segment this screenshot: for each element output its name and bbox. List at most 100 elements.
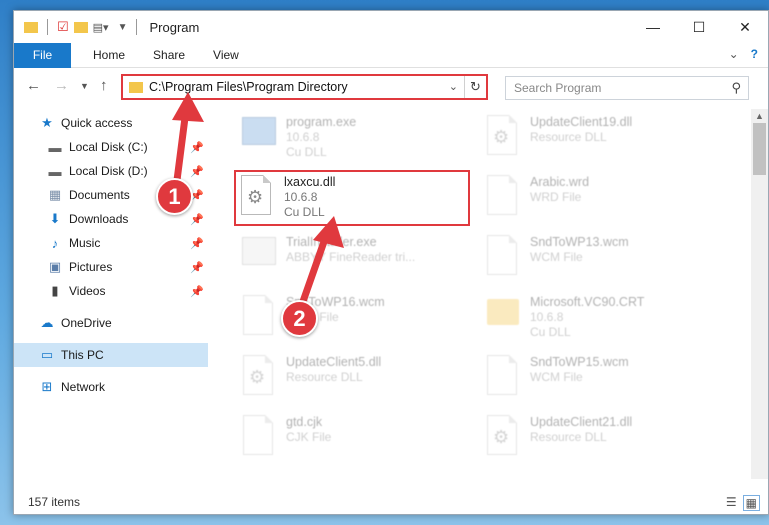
search-icon[interactable]: ⚲ bbox=[731, 80, 741, 96]
file-meta: 10.6.8 bbox=[286, 130, 320, 144]
view-toggles: ☰ ▦ bbox=[726, 495, 760, 511]
pin-icon[interactable]: 📌 bbox=[190, 213, 204, 226]
tab-view[interactable]: View bbox=[199, 48, 253, 62]
new-folder-icon[interactable] bbox=[73, 21, 88, 33]
file-item[interactable]: gtd.cjk CJK File bbox=[237, 413, 477, 467]
file-meta: WCM File bbox=[530, 370, 583, 384]
up-arrow-icon[interactable]: ↑ bbox=[100, 77, 108, 94]
status-item-count: 157 items bbox=[28, 495, 81, 509]
tab-share[interactable]: Share bbox=[139, 48, 199, 62]
sidebar-item-onedrive[interactable]: ☁ OneDrive bbox=[38, 311, 208, 335]
pin-icon[interactable]: 📌 bbox=[190, 141, 204, 154]
star-icon: ★ bbox=[41, 115, 53, 130]
pin-icon[interactable]: 📌 bbox=[190, 261, 204, 274]
file-meta: Resource DLL bbox=[286, 370, 363, 384]
sidebar-item-label: Music bbox=[69, 236, 101, 250]
pin-icon[interactable]: 📌 bbox=[190, 237, 204, 250]
file-meta: 10.6.8 bbox=[530, 310, 564, 324]
drive-icon: ▬ bbox=[48, 139, 62, 155]
pin-icon[interactable]: 📌 bbox=[190, 285, 204, 298]
tab-file[interactable]: File bbox=[14, 42, 71, 68]
file-highlight-box bbox=[234, 170, 470, 226]
sidebar-item-pictures[interactable]: ▣ Pictures 📌 bbox=[46, 255, 208, 279]
sidebar-item-local-disk-c[interactable]: ▬ Local Disk (C:) 📌 bbox=[46, 135, 208, 159]
vertical-scrollbar[interactable]: ▲ bbox=[751, 109, 768, 479]
network-icon: ⊞ bbox=[41, 379, 53, 394]
sidebar-item-local-disk-d[interactable]: ▬ Local Disk (D:) 📌 bbox=[46, 159, 208, 183]
sidebar-item-label: OneDrive bbox=[61, 316, 112, 330]
refresh-icon[interactable]: ↻ bbox=[464, 76, 486, 98]
chevron-down-icon[interactable]: ⌄ bbox=[449, 80, 458, 93]
file-name: gtd.cjk bbox=[286, 415, 323, 429]
sidebar-item-label: This PC bbox=[61, 348, 104, 362]
maximize-button[interactable]: ☐ bbox=[676, 11, 722, 43]
file-name: TrialInstaller.exe bbox=[286, 235, 377, 249]
drive-icon: ▬ bbox=[48, 163, 62, 179]
document-icon bbox=[481, 173, 525, 221]
navigation-pane: ★ Quick access ▬ Local Disk (C:) 📌 ▬ Loc… bbox=[14, 109, 209, 474]
document-icon bbox=[237, 413, 281, 461]
sidebar-item-music[interactable]: ♪ Music 📌 bbox=[46, 231, 208, 255]
file-item[interactable]: TrialInstaller.exe ABBYY FineReader tri..… bbox=[237, 233, 477, 287]
folder-icon bbox=[129, 81, 143, 93]
properties-icon[interactable]: ☑ bbox=[57, 19, 69, 35]
scroll-up-icon[interactable]: ▲ bbox=[755, 111, 764, 121]
window-controls: — ☐ ✕ bbox=[630, 11, 768, 43]
file-item[interactable]: ⚙ UpdateClient5.dll Resource DLL bbox=[237, 353, 477, 407]
pin-icon[interactable]: 📌 bbox=[190, 165, 204, 178]
sidebar-item-label: Local Disk (C:) bbox=[69, 140, 148, 154]
file-item[interactable]: program.exe 10.6.8 Cu DLL bbox=[237, 113, 477, 167]
sidebar-item-label: Videos bbox=[69, 284, 106, 298]
file-meta: WCM File bbox=[530, 250, 583, 264]
large-icons-view-icon[interactable]: ▦ bbox=[742, 495, 760, 511]
exe-icon bbox=[237, 113, 281, 161]
file-item[interactable]: ⚙ UpdateClient19.dll Resource DLL bbox=[481, 113, 721, 167]
details-view-icon[interactable]: ☰ bbox=[726, 495, 737, 511]
divider bbox=[136, 19, 138, 35]
file-item[interactable]: Arabic.wrd WRD File bbox=[481, 173, 721, 227]
download-icon: ⬇ bbox=[49, 211, 61, 226]
address-path[interactable]: C:\Program Files\Program Directory bbox=[149, 80, 348, 94]
sidebar-item-this-pc[interactable]: ▭ This PC bbox=[14, 343, 208, 367]
computer-icon: ▭ bbox=[40, 347, 54, 362]
customize-icon[interactable]: ▤▾ bbox=[93, 21, 109, 34]
document-icon bbox=[481, 233, 525, 281]
scrollbar-thumb[interactable] bbox=[753, 123, 766, 175]
document-icon bbox=[481, 353, 525, 401]
step-callout-2: 2 bbox=[281, 300, 318, 337]
chevron-down-icon[interactable]: ⌄ bbox=[729, 47, 739, 61]
forward-arrow-icon[interactable]: → bbox=[54, 77, 69, 94]
folder-icon bbox=[481, 293, 525, 341]
sidebar-item-label: Downloads bbox=[69, 212, 129, 226]
dll-icon: ⚙ bbox=[481, 413, 525, 461]
tab-home[interactable]: Home bbox=[79, 48, 139, 62]
document-icon bbox=[237, 293, 281, 341]
file-item[interactable]: ⚙ UpdateClient21.dll Resource DLL bbox=[481, 413, 721, 467]
cloud-icon: ☁ bbox=[40, 315, 54, 330]
sidebar-item-label: Quick access bbox=[61, 116, 133, 130]
recent-chevron-icon[interactable]: ▼ bbox=[80, 81, 89, 91]
file-item[interactable]: Microsoft.VC90.CRT 10.6.8 Cu DLL bbox=[481, 293, 721, 347]
sidebar-item-quick-access[interactable]: ★ Quick access bbox=[38, 111, 208, 135]
videos-icon: ▮ bbox=[51, 283, 59, 298]
search-input[interactable]: Search Program ⚲ bbox=[505, 76, 749, 100]
file-item[interactable]: SndToWP13.wcm WCM File bbox=[481, 233, 721, 287]
file-item[interactable]: SndToWP15.wcm WCM File bbox=[481, 353, 721, 407]
sidebar-item-videos[interactable]: ▮ Videos 📌 bbox=[46, 279, 208, 303]
dll-icon: ⚙ bbox=[481, 113, 525, 161]
ribbon-controls: ⌄ ? bbox=[729, 47, 758, 61]
sidebar-item-network[interactable]: ⊞ Network bbox=[38, 375, 208, 399]
file-name: Microsoft.VC90.CRT bbox=[530, 295, 645, 309]
file-name: SndToWP13.wcm bbox=[530, 235, 629, 249]
help-icon[interactable]: ? bbox=[751, 47, 758, 61]
dll-icon: ⚙ bbox=[237, 353, 281, 401]
file-meta: Cu DLL bbox=[530, 325, 571, 339]
file-item[interactable]: SndToWP16.wcmWCM File bbox=[237, 293, 477, 347]
file-list: program.exe 10.6.8 Cu DLL ⚙ UpdateClient19… bbox=[211, 109, 741, 479]
file-meta: WRD File bbox=[530, 190, 582, 204]
close-button[interactable]: ✕ bbox=[722, 11, 768, 43]
minimize-button[interactable]: — bbox=[630, 11, 676, 43]
address-bar[interactable]: C:\Program Files\Program Directory ⌄ ↻ bbox=[121, 74, 488, 100]
back-arrow-icon[interactable]: ← bbox=[26, 77, 41, 94]
chevron-down-icon[interactable]: ▼ bbox=[118, 22, 128, 33]
